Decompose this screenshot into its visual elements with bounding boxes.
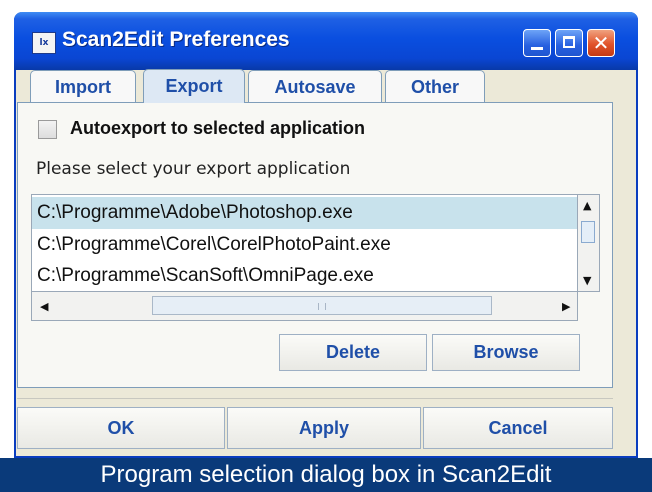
- vertical-scrollbar[interactable]: ▲ ▼: [578, 194, 600, 292]
- list-item-photoshop[interactable]: C:\Programme\Adobe\Photoshop.exe: [32, 197, 577, 229]
- tab-autosave[interactable]: Autosave: [248, 70, 382, 102]
- title-bar[interactable]: lx Scan2Edit Preferences ✕: [14, 12, 638, 70]
- dialog-footer: OK Apply Cancel: [17, 398, 613, 449]
- minimize-button[interactable]: [523, 29, 551, 57]
- cancel-button[interactable]: Cancel: [423, 407, 613, 449]
- vertical-scroll-thumb[interactable]: [581, 221, 595, 243]
- figure-caption: Program selection dialog box in Scan2Edi…: [0, 458, 652, 492]
- autoexport-label[interactable]: Autoexport to selected application: [70, 118, 365, 139]
- application-list[interactable]: C:\Programme\Adobe\Photoshop.exe C:\Prog…: [31, 194, 578, 292]
- horizontal-scrollbar[interactable]: ◀ ▶: [31, 292, 578, 321]
- close-icon: ✕: [592, 31, 610, 55]
- grip-icon: [318, 303, 326, 310]
- close-button[interactable]: ✕: [587, 29, 615, 57]
- tab-import[interactable]: Import: [30, 70, 136, 102]
- horizontal-scroll-thumb[interactable]: [152, 296, 492, 315]
- app-icon: lx: [32, 32, 56, 54]
- apply-button[interactable]: Apply: [227, 407, 421, 449]
- tab-other[interactable]: Other: [385, 70, 485, 102]
- delete-button[interactable]: Delete: [279, 334, 427, 371]
- list-item-corel[interactable]: C:\Programme\Corel\CorelPhotoPaint.exe: [32, 229, 577, 261]
- autoexport-checkbox[interactable]: [38, 120, 57, 139]
- tab-export[interactable]: Export: [143, 69, 245, 103]
- window-title: Scan2Edit Preferences: [62, 28, 290, 51]
- scroll-down-icon[interactable]: ▼: [583, 275, 591, 286]
- export-prompt-text: Please select your export application: [36, 159, 351, 179]
- ok-button[interactable]: OK: [17, 407, 225, 449]
- scroll-left-icon[interactable]: ◀: [40, 301, 48, 312]
- list-item-omnipage[interactable]: C:\Programme\ScanSoft\OmniPage.exe: [32, 260, 577, 291]
- scroll-right-icon[interactable]: ▶: [562, 301, 570, 312]
- maximize-icon: [563, 36, 575, 48]
- maximize-button[interactable]: [555, 29, 583, 57]
- scroll-up-icon[interactable]: ▲: [583, 200, 591, 211]
- minimize-icon: [531, 47, 543, 50]
- browse-button[interactable]: Browse: [432, 334, 580, 371]
